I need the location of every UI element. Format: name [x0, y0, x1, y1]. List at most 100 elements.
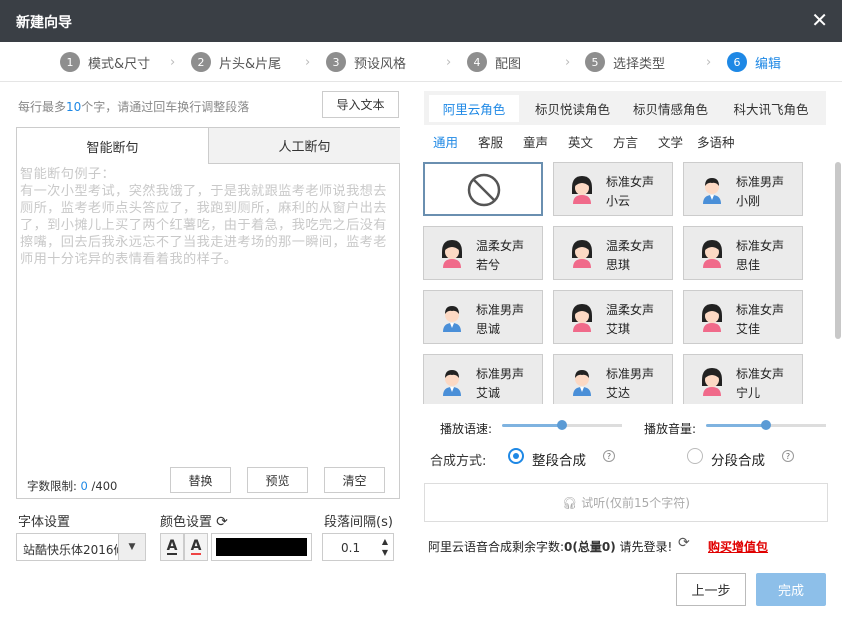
- clear-button[interactable]: 清空: [324, 467, 385, 493]
- voice-type: 标准男声: [606, 367, 655, 381]
- speed-label: 播放语速:: [440, 422, 493, 436]
- radio-whole-label[interactable]: 整段合成: [532, 449, 586, 469]
- help-icon[interactable]: ?: [782, 450, 794, 462]
- subtab-general[interactable]: 通用: [433, 132, 458, 151]
- voice-card[interactable]: 标准女声 艾佳: [683, 290, 803, 344]
- voice-type: 标准女声: [736, 367, 785, 381]
- dropdown-arrow-icon[interactable]: ▼: [118, 534, 145, 560]
- step-3[interactable]: 3 预设风格: [326, 51, 406, 73]
- female-avatar-icon: [568, 174, 596, 204]
- voice-type: 标准女声: [736, 239, 785, 253]
- prev-button[interactable]: 上一步: [676, 573, 746, 606]
- voice-card[interactable]: 标准男声 艾诚: [423, 354, 543, 404]
- login-prompt: 请先登录!: [619, 540, 673, 554]
- increment-icon[interactable]: ▲: [382, 537, 388, 546]
- text-input-area[interactable]: 智能断句例子： 有一次小型考试，突然我饿了，于是我就跟监考老师说我想去厕所，监考…: [20, 166, 394, 268]
- voice-card-none[interactable]: [423, 162, 543, 216]
- voice-card[interactable]: 标准男声 思诚: [423, 290, 543, 344]
- voice-card[interactable]: 温柔女声 若兮: [423, 226, 543, 280]
- scrollbar[interactable]: [835, 162, 841, 339]
- step-label: 预设风格: [354, 56, 407, 72]
- voice-name: 艾达: [606, 386, 631, 400]
- subtab-child[interactable]: 童声: [523, 132, 548, 151]
- preview-button[interactable]: 预览: [247, 467, 308, 493]
- step-label: 配图: [495, 56, 522, 72]
- color-swatch-fill: [216, 538, 307, 556]
- color-swatch[interactable]: [211, 533, 312, 561]
- help-icon[interactable]: ?: [603, 450, 615, 462]
- text-editor-panel: 智能断句 人工断句 智能断句例子： 有一次小型考试，突然我饿了，于是我就跟监考老…: [16, 127, 400, 499]
- listen-button[interactable]: 🎧︎ 试听(仅前15个字符): [424, 483, 828, 522]
- volume-slider-rest: [766, 424, 826, 427]
- spacing-stepper[interactable]: 0.1 ▲ ▼: [322, 533, 394, 561]
- replace-button[interactable]: 替换: [170, 467, 231, 493]
- step-4[interactable]: 4 配图: [467, 51, 521, 73]
- voice-card[interactable]: 标准女声 思佳: [683, 226, 803, 280]
- speed-slider-handle[interactable]: [557, 420, 567, 430]
- step-1[interactable]: 1 模式&尺寸: [60, 51, 150, 73]
- close-icon[interactable]: ✕: [811, 8, 828, 32]
- no-voice-icon: [467, 173, 501, 207]
- voice-name: 思诚: [476, 322, 501, 336]
- quota-label: 阿里云语音合成剩余字数:: [428, 540, 565, 554]
- voice-card[interactable]: 标准男声 小刚: [683, 162, 803, 216]
- font-settings-label: 字体设置: [18, 515, 71, 530]
- decrement-icon[interactable]: ▼: [382, 548, 388, 557]
- spacing-value: 0.1: [341, 541, 361, 555]
- voice-card[interactable]: 温柔女声 思琪: [553, 226, 673, 280]
- voice-name: 宁儿: [736, 386, 761, 400]
- dialog-title: 新建向导: [16, 15, 72, 31]
- hint-suffix: 个字，请通过回车换行调整段落: [81, 100, 250, 114]
- voice-type: 温柔女声: [606, 303, 655, 317]
- chevron-right-icon: ›: [565, 55, 571, 70]
- color-label-text: 颜色设置: [160, 515, 213, 530]
- tab-iflytek[interactable]: 科大讯飞角色: [721, 95, 821, 122]
- volume-label: 播放音量:: [644, 422, 697, 436]
- buy-package-link[interactable]: 购买增值包: [708, 538, 768, 555]
- voice-name: 思佳: [736, 258, 761, 272]
- refresh-icon[interactable]: ⟳: [678, 535, 690, 551]
- subtab-english[interactable]: 英文: [568, 132, 593, 151]
- voice-card[interactable]: 标准女声 宁儿: [683, 354, 803, 404]
- voice-card[interactable]: 标准女声 小云: [553, 162, 673, 216]
- step-label: 模式&尺寸: [88, 56, 151, 72]
- step-2[interactable]: 2 片头&片尾: [191, 51, 281, 73]
- char-limit-label: 字数限制:: [27, 479, 77, 493]
- quota-value: 0(总量0): [564, 540, 616, 554]
- volume-slider-handle[interactable]: [761, 420, 771, 430]
- step-5[interactable]: 5 选择类型: [585, 51, 665, 73]
- subtab-literature[interactable]: 文学: [658, 132, 683, 151]
- voice-name: 若兮: [476, 258, 501, 272]
- text-gradient-icon[interactable]: A: [184, 533, 208, 561]
- female-avatar-icon: [438, 238, 466, 268]
- tab-biaobei-emotion[interactable]: 标贝情感角色: [623, 95, 718, 122]
- subtab-service[interactable]: 客服: [478, 132, 503, 151]
- step-number: 4: [467, 52, 487, 72]
- radio-split-label[interactable]: 分段合成: [711, 449, 765, 469]
- tab-smart-break[interactable]: 智能断句: [17, 128, 208, 164]
- font-select-value: 站酷快乐体2016修订版: [23, 543, 121, 557]
- female-avatar-icon: [698, 366, 726, 396]
- male-avatar-icon: [438, 366, 466, 396]
- text-color-icon[interactable]: A: [160, 533, 184, 561]
- import-text-button[interactable]: 导入文本: [322, 91, 399, 118]
- subtab-dialect[interactable]: 方言: [613, 132, 638, 151]
- synth-mode-label: 合成方式:: [430, 454, 487, 469]
- voice-type: 温柔女声: [606, 239, 655, 253]
- radio-split[interactable]: [687, 448, 703, 464]
- subtab-multilingual[interactable]: 多语种: [697, 132, 735, 151]
- radio-whole[interactable]: [508, 448, 524, 464]
- chevron-right-icon: ›: [305, 55, 311, 70]
- refresh-icon[interactable]: ⟳: [216, 514, 228, 530]
- step-6[interactable]: 6 编辑: [727, 51, 781, 73]
- tab-manual-break[interactable]: 人工断句: [208, 128, 400, 164]
- voice-card[interactable]: 温柔女声 艾琪: [553, 290, 673, 344]
- tab-aliyun[interactable]: 阿里云角色: [429, 95, 519, 122]
- tab-biaobei-read[interactable]: 标贝悦读角色: [525, 95, 620, 122]
- voice-type: 标准男声: [736, 175, 785, 189]
- chevron-right-icon: ›: [706, 55, 712, 70]
- font-select[interactable]: 站酷快乐体2016修订版 ▼: [16, 533, 146, 561]
- voice-card[interactable]: 标准男声 艾达: [553, 354, 673, 404]
- hint-number: 10: [66, 100, 82, 114]
- done-button[interactable]: 完成: [756, 573, 826, 606]
